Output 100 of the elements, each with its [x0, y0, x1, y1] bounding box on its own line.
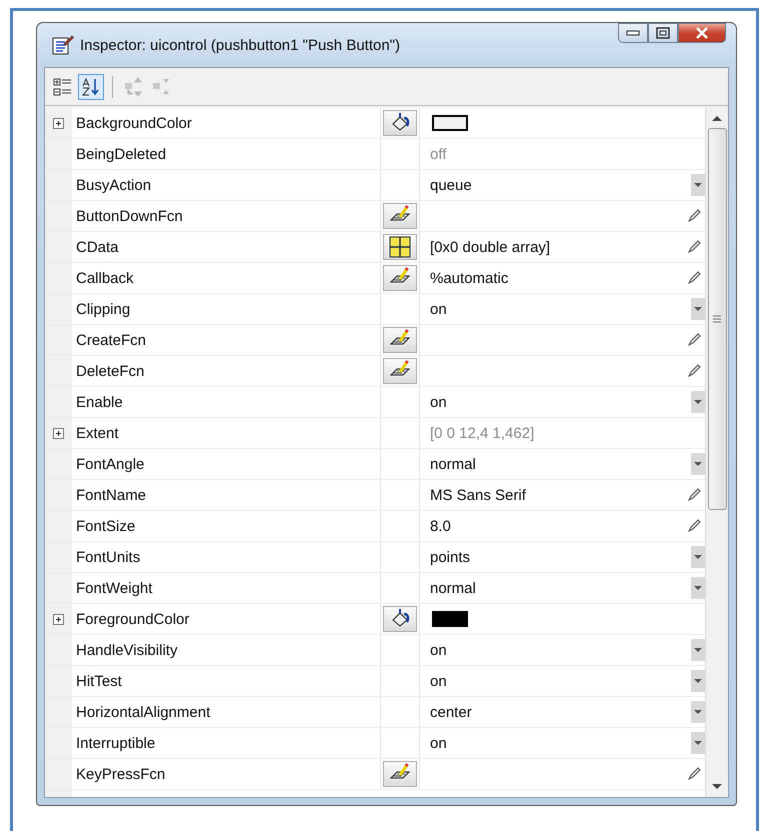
- expand-icon: [124, 76, 144, 96]
- expand-icon[interactable]: [53, 118, 64, 128]
- close-button[interactable]: [678, 23, 726, 43]
- caret-icon: [694, 462, 702, 466]
- caret-icon: [694, 740, 702, 746]
- dropdown-button[interactable]: [691, 701, 705, 723]
- dropdown-button[interactable]: [691, 174, 705, 196]
- caret-icon: [694, 648, 702, 652]
- scroll-up-icon[interactable]: [712, 115, 722, 121]
- color-swatch[interactable]: [432, 115, 468, 131]
- property-row[interactable]: CData [0x0 double array]: [45, 232, 705, 263]
- property-row[interactable]: FontWeight normal: [45, 573, 705, 604]
- property-name: ButtonDownFcn: [72, 201, 381, 231]
- editor-button[interactable]: [383, 327, 417, 353]
- editor-button[interactable]: [383, 761, 417, 787]
- property-value: %automatic: [430, 270, 510, 286]
- property-row[interactable]: FontName MS Sans Serif: [45, 480, 705, 511]
- property-value: points: [430, 548, 472, 566]
- property-row[interactable]: Interruptible on: [45, 728, 705, 759]
- property-row[interactable]: Callback %automatic: [45, 263, 705, 294]
- property-name: BeingDeleted: [72, 139, 381, 169]
- property-name: FontAngle: [72, 449, 381, 479]
- pencil-icon[interactable]: [687, 519, 701, 533]
- inspector-icon: [52, 35, 74, 55]
- property-row[interactable]: FontSize 8.0: [45, 511, 705, 542]
- property-value: center: [430, 704, 473, 720]
- grid-icon: [389, 236, 411, 258]
- caret-icon: [694, 182, 702, 188]
- property-row[interactable]: FontAngle normal: [45, 449, 705, 480]
- property-row[interactable]: HorizontalAlignment center: [45, 697, 705, 728]
- property-name: BusyAction: [72, 170, 381, 200]
- color-swatch[interactable]: [432, 611, 468, 627]
- caret-icon: [694, 710, 702, 714]
- editor-button[interactable]: [383, 110, 417, 136]
- property-row[interactable]: Clipping on: [45, 294, 705, 325]
- caret-icon: [694, 586, 702, 590]
- dropdown-button[interactable]: [691, 298, 705, 320]
- property-name: Enable: [72, 387, 381, 417]
- property-name: Extent: [72, 418, 381, 448]
- property-value: on: [430, 642, 448, 658]
- maximize-icon: [656, 27, 670, 39]
- dropdown-button[interactable]: [691, 670, 705, 692]
- property-row[interactable]: BackgroundColor: [45, 108, 705, 139]
- property-value: [0x0 double array]: [430, 238, 552, 256]
- pencil-icon[interactable]: [687, 767, 701, 781]
- property-row[interactable]: BusyAction queue: [45, 170, 705, 201]
- dropdown-button[interactable]: [691, 732, 705, 754]
- property-name: FontWeight: [72, 573, 381, 603]
- property-value: normal: [430, 580, 477, 596]
- property-row[interactable]: Enable on: [45, 387, 705, 418]
- property-name: HitTest: [72, 666, 381, 696]
- window-title: Inspector: uicontrol (pushbutton1 "Push Button"): [80, 36, 402, 54]
- property-value: 8.0: [430, 518, 452, 534]
- property-row[interactable]: ButtonDownFcn: [45, 201, 705, 232]
- minimize-button[interactable]: [618, 23, 648, 43]
- pencil-icon[interactable]: [687, 364, 701, 378]
- dropdown-button[interactable]: [691, 391, 705, 413]
- property-name: FontName: [72, 480, 381, 510]
- dropdown-button[interactable]: [691, 453, 705, 475]
- caret-icon: [694, 306, 702, 312]
- dropdown-button[interactable]: [691, 639, 705, 661]
- property-name: Clipping: [72, 294, 381, 324]
- property-name: FontSize: [72, 511, 381, 541]
- property-row[interactable]: ForegroundColor: [45, 604, 705, 635]
- sort-button[interactable]: [78, 74, 104, 100]
- scroll-thumb[interactable]: [708, 128, 726, 510]
- sort-icon: [81, 76, 101, 96]
- pencil-icon[interactable]: [687, 240, 701, 254]
- scrollbar[interactable]: [705, 108, 728, 797]
- expand-icon[interactable]: [53, 614, 64, 624]
- editor-button[interactable]: [383, 234, 417, 260]
- property-name: FontUnits: [72, 542, 381, 572]
- property-value: normal: [430, 456, 477, 472]
- property-row[interactable]: CreateFcn: [45, 325, 705, 356]
- property-value: queue: [430, 176, 473, 194]
- pencil-icon[interactable]: [687, 209, 701, 223]
- property-row[interactable]: DeleteFcn: [45, 356, 705, 387]
- editor-button[interactable]: [383, 265, 417, 291]
- minimize-icon: [626, 30, 640, 36]
- property-row[interactable]: KeyPressFcn: [45, 759, 705, 790]
- property-name: HorizontalAlignment: [72, 697, 381, 727]
- property-value: on: [430, 734, 448, 752]
- property-row[interactable]: HandleVisibility on: [45, 635, 705, 666]
- property-value: on: [430, 672, 448, 690]
- dropdown-button[interactable]: [691, 577, 705, 599]
- property-row[interactable]: FontUnits points: [45, 542, 705, 573]
- scroll-down-icon[interactable]: [712, 784, 722, 790]
- pencil-icon[interactable]: [687, 488, 701, 502]
- property-value: [0 0 12,4 1,462]: [430, 424, 536, 442]
- editor-button[interactable]: [383, 606, 417, 632]
- dropdown-button[interactable]: [691, 546, 705, 568]
- close-icon: [694, 26, 710, 40]
- editor-button[interactable]: [383, 358, 417, 384]
- pencil-icon[interactable]: [687, 271, 701, 285]
- property-value: on: [430, 394, 448, 410]
- pencil-icon[interactable]: [687, 333, 701, 347]
- editor-button[interactable]: [383, 203, 417, 229]
- property-row[interactable]: HitTest on: [45, 666, 705, 697]
- property-name: CreateFcn: [72, 325, 381, 355]
- maximize-button[interactable]: [648, 23, 678, 43]
